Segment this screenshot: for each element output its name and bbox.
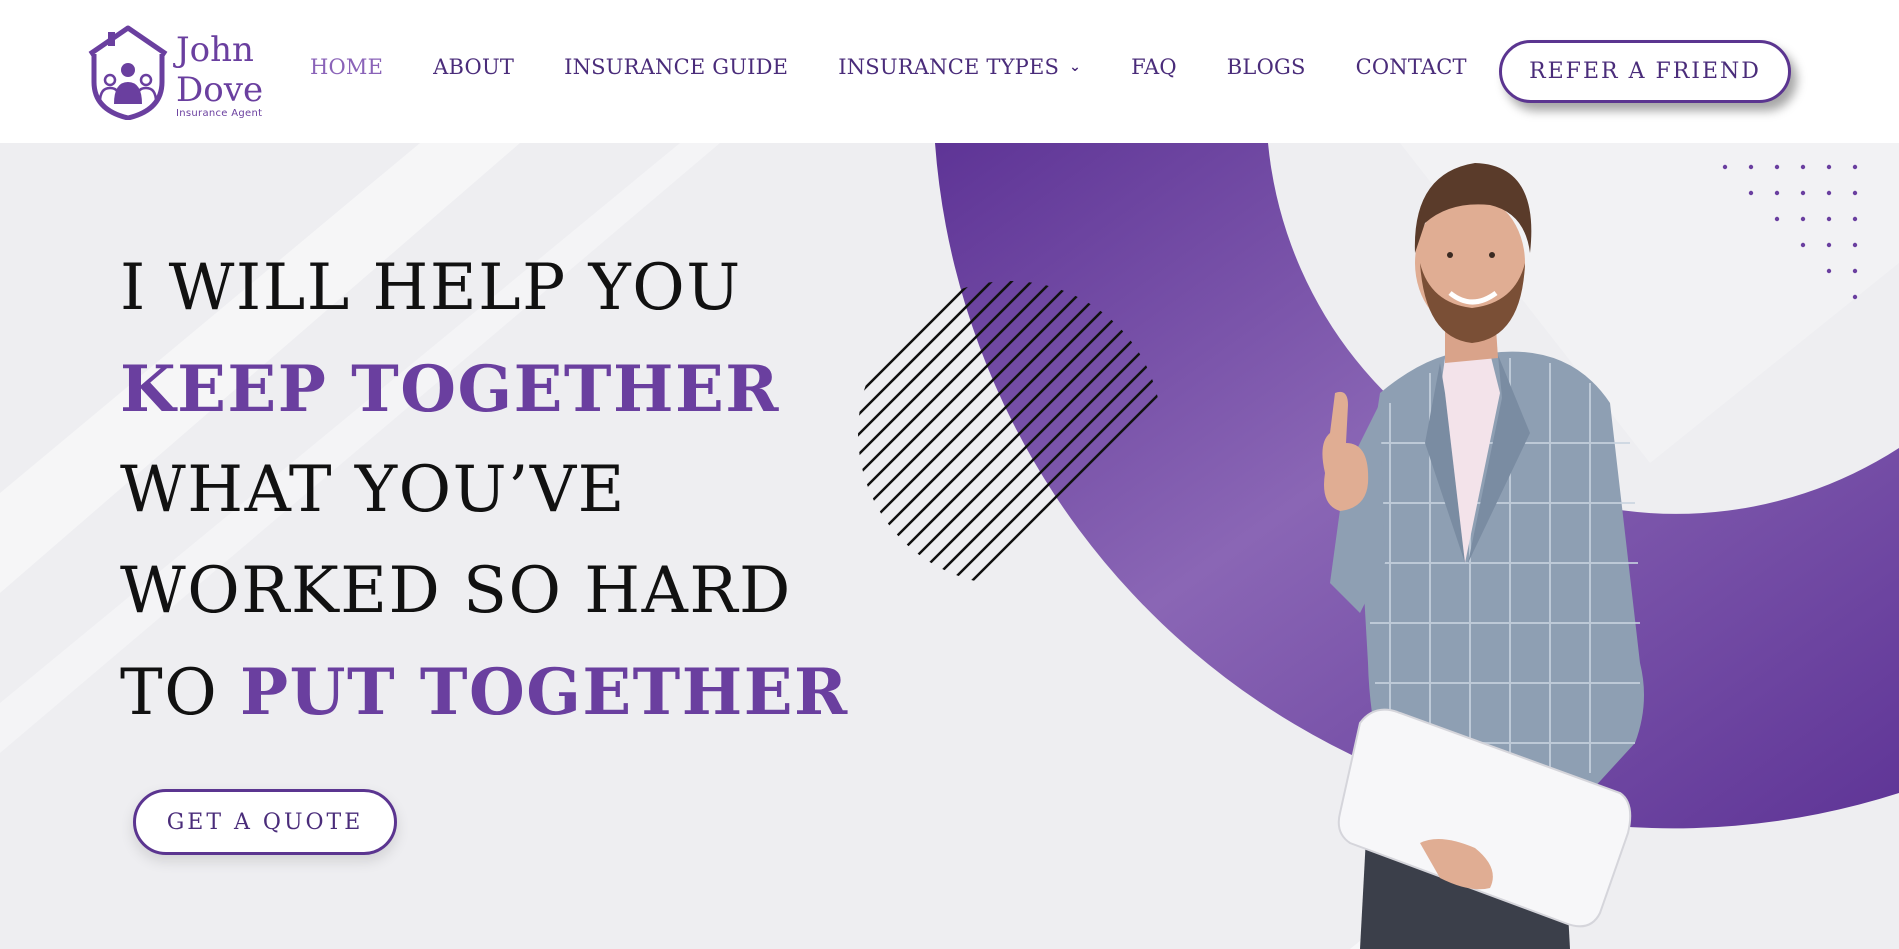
agent-photo bbox=[1322, 163, 1644, 949]
headline-line-5-prefix: TO bbox=[120, 656, 240, 730]
chevron-down-icon: ⌄ bbox=[1069, 59, 1082, 75]
main-nav: HOME ABOUT INSURANCE GUIDE INSURANCE TYP… bbox=[310, 55, 1517, 79]
headline-line-5: TO PUT TOGETHER bbox=[120, 642, 920, 744]
get-a-quote-button[interactable]: GET A QUOTE bbox=[133, 789, 397, 855]
nav-label: ABOUT bbox=[433, 55, 515, 79]
brand-name-line1: John bbox=[176, 30, 254, 70]
nav-item-faq[interactable]: FAQ bbox=[1131, 55, 1177, 79]
nav-item-insurance-guide[interactable]: INSURANCE GUIDE bbox=[564, 55, 788, 79]
nav-item-contact[interactable]: CONTACT bbox=[1356, 55, 1467, 79]
headline-line-5-accent: PUT TOGETHER bbox=[240, 655, 849, 730]
nav-label: CONTACT bbox=[1355, 55, 1467, 79]
brand-logo[interactable]: John Dove Insurance Agent bbox=[86, 24, 266, 124]
nav-label: FAQ bbox=[1131, 55, 1177, 79]
brand-name: John Dove bbox=[176, 30, 263, 110]
nav-label: INSURANCE GUIDE bbox=[564, 55, 789, 79]
headline-line-3: WHAT YOU’VE bbox=[120, 453, 626, 527]
headline-line-2: KEEP TOGETHER bbox=[120, 352, 780, 427]
nav-label: BLOGS bbox=[1226, 55, 1306, 79]
refer-a-friend-button[interactable]: REFER A FRIEND bbox=[1499, 40, 1791, 103]
hero-headline: I WILL HELP YOU KEEP TOGETHER WHAT YOU’V… bbox=[120, 238, 920, 744]
headline-line-1: I WILL HELP YOU bbox=[120, 251, 742, 325]
nav-label: INSURANCE TYPES bbox=[838, 55, 1060, 79]
nav-label: HOME bbox=[310, 55, 384, 79]
hero-section: I WILL HELP YOU KEEP TOGETHER WHAT YOU’V… bbox=[0, 143, 1899, 949]
house-family-logo-icon bbox=[88, 25, 168, 120]
nav-item-insurance-types[interactable]: INSURANCE TYPES ⌄ bbox=[838, 55, 1081, 79]
site-header: John Dove Insurance Agent HOME ABOUT INS… bbox=[0, 0, 1899, 143]
headline-line-4: WORKED SO HARD bbox=[120, 554, 792, 628]
nav-item-home[interactable]: HOME bbox=[310, 55, 383, 79]
nav-item-about[interactable]: ABOUT bbox=[433, 55, 514, 79]
brand-name-line2: Dove bbox=[176, 70, 264, 110]
brand-tagline: Insurance Agent bbox=[176, 108, 263, 119]
nav-item-blogs[interactable]: BLOGS bbox=[1227, 55, 1306, 79]
